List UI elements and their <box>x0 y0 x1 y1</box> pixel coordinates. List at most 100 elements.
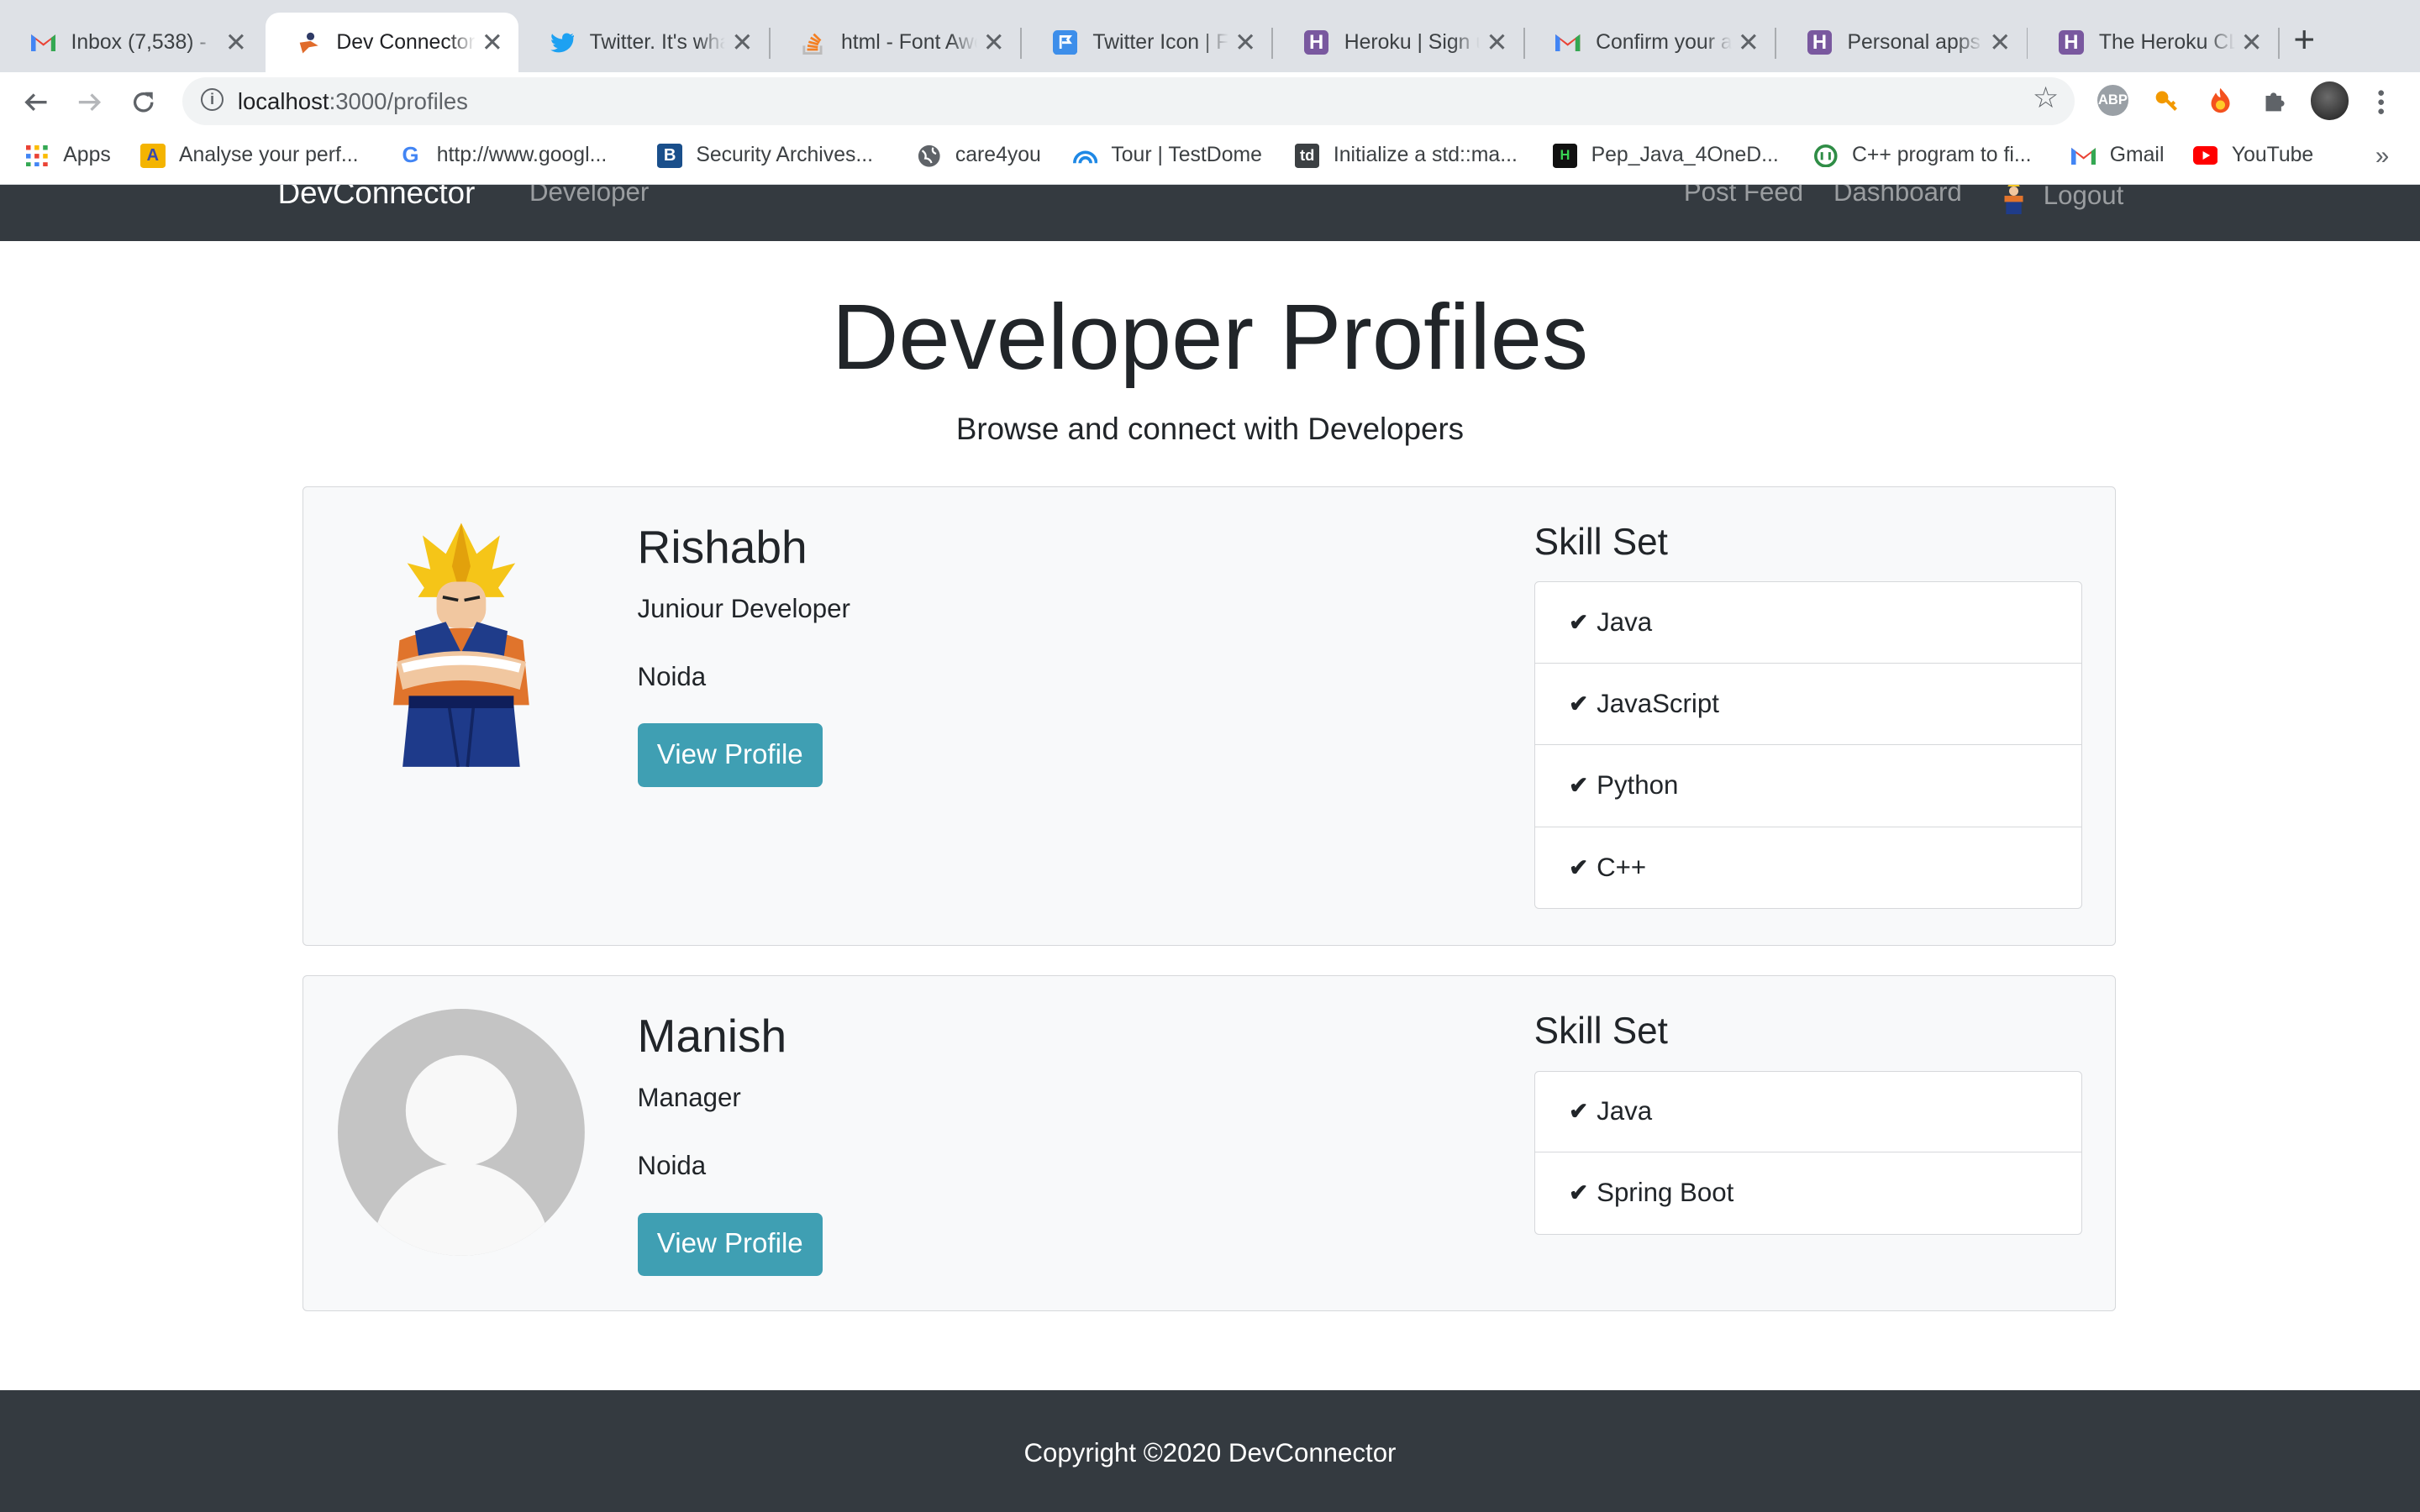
gmail-icon <box>30 30 56 55</box>
browser-tab-heroku-signup[interactable]: H Heroku | Sign u ✕ <box>1273 13 1523 73</box>
profile-title: Manager <box>637 1083 741 1113</box>
bookmark-care4you[interactable]: care4you <box>917 144 1041 168</box>
close-icon[interactable]: ✕ <box>219 28 253 58</box>
close-icon[interactable]: ✕ <box>1732 28 1765 58</box>
nav-dashboard-link[interactable]: Dashboard <box>1833 185 1962 207</box>
bookmark-youtube[interactable]: YouTube <box>2192 144 2314 168</box>
bookmark-apps[interactable]: Apps <box>24 144 111 168</box>
list-item: ✔ C++ <box>1534 826 2081 908</box>
security-icon: B <box>657 143 682 169</box>
tab-title: Twitter Icon | F <box>1092 30 1228 54</box>
nav-logout-link[interactable]: Logout <box>2000 185 2124 215</box>
browser-tab-inbox[interactable]: Inbox (7,538) - ✕ <box>0 13 262 73</box>
nav-post-feed-link[interactable]: Post Feed <box>1684 185 1803 207</box>
bookmark-gmail[interactable]: Gmail <box>2070 144 2165 168</box>
skill-label: C++ <box>1597 852 1647 882</box>
new-tab-button[interactable]: + <box>2293 21 2315 59</box>
browser-tab-heroku-cli[interactable]: H The Heroku CL ✕ <box>2028 13 2278 73</box>
testdome-icon <box>1072 144 1097 168</box>
bookmark-star-icon[interactable]: ☆ <box>2033 81 2059 115</box>
bookmarks-overflow-icon[interactable]: » <box>2375 142 2389 171</box>
tab-title: The Heroku CL <box>2098 30 2235 54</box>
close-icon[interactable]: ✕ <box>476 28 509 58</box>
list-item: ✔ Python <box>1534 744 2081 826</box>
bookmark-label: Apps <box>63 144 111 167</box>
bookmark-analyse[interactable]: A Analyse your perf... <box>140 143 359 169</box>
bookmark-label: Security Archives... <box>696 144 874 167</box>
bookmark-label: http://www.googl... <box>436 144 608 167</box>
close-icon[interactable]: ✕ <box>1983 28 2017 58</box>
browser-tab-twitter-icon[interactable]: Twitter Icon | F ✕ <box>1022 13 1272 73</box>
apps-grid-icon <box>24 144 49 168</box>
bookmark-security[interactable]: B Security Archives... <box>657 143 874 169</box>
browser-tab-font-awesome[interactable]: html - Font Awe ✕ <box>771 13 1021 73</box>
list-item: ✔ Java <box>1535 1072 2081 1152</box>
logout-label: Logout <box>2043 185 2124 211</box>
analyse-icon: A <box>140 143 166 169</box>
check-icon: ✔ <box>1569 772 1589 799</box>
list-item: ✔ JavaScript <box>1534 662 2081 744</box>
profile-name: Rishabh <box>637 520 808 573</box>
bookmark-label: Gmail <box>2109 144 2165 167</box>
browser-tab-twitter[interactable]: Twitter. It's wha ✕ <box>518 13 769 73</box>
google-icon: G <box>402 143 419 167</box>
list-item: ✔ Java <box>1535 582 2081 663</box>
globe-icon <box>917 144 941 168</box>
view-profile-button[interactable]: View Profile <box>637 1212 823 1276</box>
navbar-brand[interactable]: DevConnector <box>278 185 476 211</box>
close-icon[interactable]: ✕ <box>2235 28 2269 58</box>
user-avatar-icon <box>2000 185 2028 215</box>
url-host: localhost <box>237 87 329 114</box>
profile-location: Noida <box>637 661 707 691</box>
bookmark-label: care4you <box>955 144 1041 167</box>
heroku-icon: H <box>1303 29 1329 55</box>
profile-location: Noida <box>637 1151 707 1181</box>
profile-avatar[interactable] <box>2310 81 2349 121</box>
geeks-icon <box>1813 144 1838 168</box>
reload-icon[interactable] <box>124 81 164 122</box>
back-arrow-icon[interactable] <box>15 81 55 122</box>
browser-tab-personal-apps[interactable]: H Personal apps ✕ <box>1776 13 2027 73</box>
tab-title: Confirm your a <box>1596 30 1732 54</box>
heroku-icon: H <box>1807 29 1833 55</box>
bookmark-initialize-map[interactable]: td Initialize a std::ma... <box>1294 143 1518 169</box>
profile-name: Manish <box>637 1010 787 1063</box>
close-icon[interactable]: ✕ <box>977 28 1011 58</box>
view-profile-button[interactable]: View Profile <box>637 723 823 787</box>
skill-label: Python <box>1597 770 1679 801</box>
skill-label: JavaScript <box>1597 689 1719 719</box>
nav-developers-link[interactable]: Developer <box>529 185 649 207</box>
adblock-plus-icon[interactable]: ABP <box>2097 85 2128 116</box>
bookmark-google[interactable]: G http://www.googl... <box>398 143 608 168</box>
check-icon: ✔ <box>1569 609 1589 636</box>
tab-title: Heroku | Sign u <box>1344 30 1481 54</box>
tab-title: html - Font Awe <box>840 30 977 54</box>
bookmark-label: Analyse your perf... <box>179 144 359 167</box>
close-icon[interactable]: ✕ <box>725 28 759 58</box>
bookmarks-bar: Apps A Analyse your perf... G http://www… <box>0 129 2420 186</box>
puzzle-extensions-icon[interactable] <box>2260 85 2291 116</box>
info-icon[interactable]: i <box>200 87 224 112</box>
footer-copyright: Copyright ©2020 DevConnector <box>1023 1437 1397 1467</box>
close-icon[interactable]: ✕ <box>1228 28 1262 58</box>
browser-tab-confirm[interactable]: Confirm your a ✕ <box>1525 13 1776 73</box>
profile-title: Juniour Developer <box>637 594 850 624</box>
forward-arrow-icon[interactable] <box>70 81 110 122</box>
bookmark-label: YouTube <box>2231 144 2314 167</box>
browser-tab-strip: Inbox (7,538) - ✕ Dev Connector ✕ Twitte… <box>0 0 2420 73</box>
twitter-icon <box>550 30 575 55</box>
key-extension-icon[interactable] <box>2151 85 2182 116</box>
address-bar[interactable]: i localhost:3000/profiles ☆ <box>182 76 2075 125</box>
close-icon[interactable]: ✕ <box>1480 28 1513 58</box>
stackoverflow-icon <box>801 30 825 55</box>
bookmark-pep-java[interactable]: H Pep_Java_4OneD... <box>1552 143 1779 169</box>
bookmark-testdome[interactable]: Tour | TestDome <box>1072 144 1262 168</box>
tab-separator <box>2277 28 2280 59</box>
page-lead: Browse and connect with Developers <box>955 412 1465 447</box>
kebab-menu-icon[interactable] <box>2361 81 2402 122</box>
fire-extension-icon[interactable] <box>2206 85 2237 116</box>
bookmark-label: Initialize a std::ma... <box>1333 144 1518 167</box>
browser-tab-dev-connector[interactable]: Dev Connector ✕ <box>265 12 519 73</box>
tab-title: Dev Connector <box>336 30 476 54</box>
bookmark-cpp-program[interactable]: C++ program to fi... <box>1813 144 2031 168</box>
